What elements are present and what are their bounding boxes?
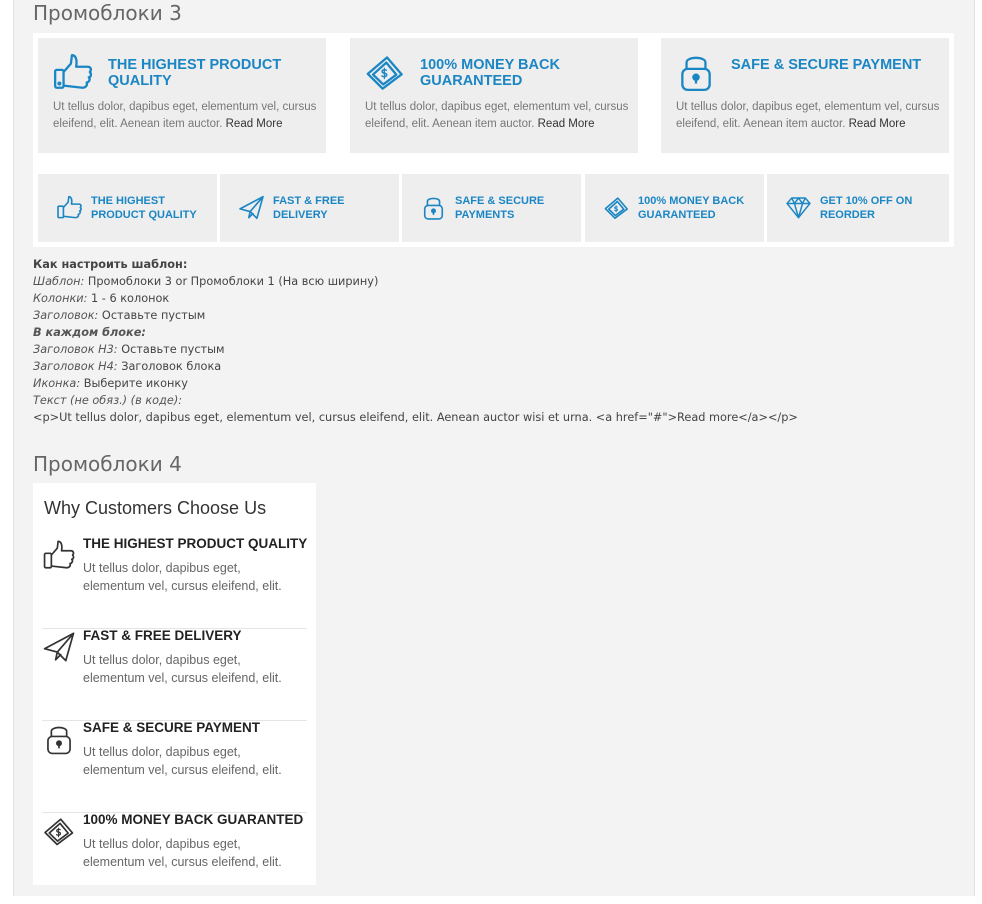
promo4-box-title: Why Customers Choose Us — [44, 498, 267, 518]
promo4-item-title: SAFE & SECURE PAYMENT — [83, 720, 261, 735]
columns-value: 1 - 6 колонок — [87, 292, 170, 305]
promo3-block-title: THE HIGHEST PRODUCT QUALITY — [108, 57, 282, 89]
thumbs-up-icon — [56, 194, 83, 221]
promo4-item-text: Ut tellus dolor, dapibus eget, elementum… — [83, 561, 282, 593]
promo3-block-quality: THE HIGHEST PRODUCT QUALITY Ut tellus do… — [38, 38, 326, 153]
money-back-icon: $ — [42, 814, 76, 848]
text-label: Текст (не обяз.) (в коде): — [33, 394, 183, 407]
promo3-small-title: 100% MONEY BACK GUARANTEED — [638, 195, 745, 221]
money-back-icon: $ — [603, 194, 630, 221]
promo4-item-money-back: $ 100% MONEY BACK GUARANTED Ut tellus do… — [42, 812, 307, 904]
promo3-block-title: SAFE & SECURE PAYMENT — [731, 57, 922, 73]
each-block-label: В каждом блоке: — [33, 326, 146, 339]
lock-icon — [675, 51, 717, 93]
thumbs-up-icon — [42, 538, 76, 572]
promo3-block-text: Ut tellus dolor, dapibus eget, elementum… — [365, 101, 629, 130]
read-more-link[interactable]: Read More — [538, 118, 595, 130]
promo4-item-secure: SAFE & SECURE PAYMENT Ut tellus dolor, d… — [42, 720, 307, 813]
read-more-link[interactable]: Read More — [849, 118, 906, 130]
promo4-item-text: Ut tellus dolor, dapibus eget, elementum… — [83, 653, 282, 685]
promo3-small-title: FAST & FREE DELIVERY — [273, 195, 345, 221]
template-instructions: Как настроить шаблон: Шаблон: Промоблоки… — [33, 256, 933, 426]
money-back-icon: $ — [364, 51, 406, 93]
promo4-item-text: Ut tellus dolor, dapibus eget, elementum… — [83, 837, 282, 869]
promo3-block-title: 100% MONEY BACK GUARANTEED — [420, 57, 560, 89]
promo3-small-reorder: GET 10% OFF ON REORDER — [767, 174, 949, 242]
header-value: Оставьте пустым — [98, 309, 206, 322]
promo3-small-secure: SAFE & SECURE PAYMENTS — [402, 174, 581, 242]
promo4-container: Why Customers Choose Us THE HIGHEST PROD… — [33, 483, 316, 885]
lock-icon — [42, 722, 76, 756]
paper-plane-icon — [42, 630, 76, 664]
promo4-item-delivery: FAST & FREE DELIVERY Ut tellus dolor, da… — [42, 628, 307, 721]
section-title-promo4: Промоблоки 4 — [33, 452, 182, 476]
section-title-promo3: Промоблоки 3 — [33, 1, 182, 25]
promo4-item-text: Ut tellus dolor, dapibus eget, elementum… — [83, 745, 282, 777]
lock-icon — [420, 194, 447, 221]
thumbs-up-icon — [52, 51, 94, 93]
template-label: Шаблон: — [33, 275, 85, 288]
icon-value: Выберите иконку — [80, 377, 188, 390]
promo3-block-text: Ut tellus dolor, dapibus eget, elementum… — [53, 101, 317, 130]
promo3-small-title: SAFE & SECURE PAYMENTS — [455, 195, 545, 221]
promo3-small-title: THE HIGHEST PRODUCT QUALITY — [91, 195, 197, 221]
promo3-small-delivery: FAST & FREE DELIVERY — [220, 174, 399, 242]
promo4-item-quality: THE HIGHEST PRODUCT QUALITY Ut tellus do… — [42, 536, 307, 629]
h4-label: Заголовок H4: — [33, 360, 118, 373]
template-value: Промоблоки 3 or Промоблоки 1 (На всю шир… — [84, 275, 379, 288]
svg-text:$: $ — [381, 66, 388, 80]
h3-label: Заголовок H3: — [33, 343, 118, 356]
h3-value: Оставьте пустым — [117, 343, 225, 356]
h4-value: Заголовок блока — [117, 360, 222, 373]
read-more-link[interactable]: Read More — [226, 118, 283, 130]
promo4-item-title: THE HIGHEST PRODUCT QUALITY — [83, 536, 308, 551]
svg-text:$: $ — [56, 827, 62, 838]
promo3-block-money-back: $ 100% MONEY BACK GUARANTEED Ut tellus d… — [350, 38, 638, 153]
promo3-container: THE HIGHEST PRODUCT QUALITY Ut tellus do… — [33, 33, 954, 247]
promo3-block-secure: SAFE & SECURE PAYMENT Ut tellus dolor, d… — [661, 38, 949, 153]
promo3-small-title: GET 10% OFF ON REORDER — [820, 195, 913, 221]
svg-text:$: $ — [614, 204, 619, 213]
paper-plane-icon — [238, 194, 265, 221]
promo3-small-quality: THE HIGHEST PRODUCT QUALITY — [38, 174, 217, 242]
header-label: Заголовок: — [33, 309, 99, 322]
instructions-heading: Как настроить шаблон: — [33, 258, 188, 271]
promo3-small-money-back: $ 100% MONEY BACK GUARANTEED — [585, 174, 764, 242]
columns-label: Колонки: — [33, 292, 88, 305]
icon-label: Иконка: — [33, 377, 81, 390]
promo4-item-title: FAST & FREE DELIVERY — [83, 628, 242, 643]
diamond-icon — [785, 194, 812, 221]
promo3-block-text: Ut tellus dolor, dapibus eget, elementum… — [676, 101, 940, 130]
promo4-item-title: 100% MONEY BACK GUARANTED — [83, 812, 304, 827]
code-sample: <p>Ut tellus dolor, dapibus eget, elemen… — [33, 411, 798, 424]
